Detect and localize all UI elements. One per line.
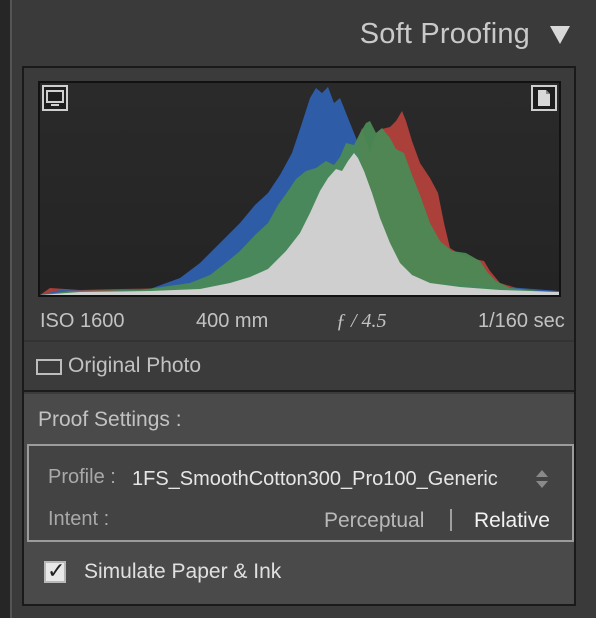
original-photo-label: Original Photo [68, 354, 202, 377]
profile-stepper-icon[interactable] [536, 470, 548, 488]
exposure-info: ISO 1600 400 mm ƒ / 4.5 1/160 sec [22, 300, 576, 340]
intent-separator [450, 509, 452, 531]
panel-title: Soft Proofing [359, 18, 530, 50]
profile-select[interactable]: 1FS_SmoothCotton300_Pro100_Generic [132, 468, 498, 491]
soft-proofing-header[interactable]: Soft Proofing [12, 0, 596, 66]
divider [24, 340, 574, 342]
histogram [38, 81, 561, 297]
intent-relative-option[interactable]: Relative [474, 509, 550, 533]
focal-length-value: 400 mm [196, 310, 269, 332]
monitor-icon[interactable] [42, 85, 68, 111]
original-photo-checkbox[interactable] [36, 359, 62, 375]
proof-settings-box: Profile : 1FS_SmoothCotton300_Pro100_Gen… [27, 444, 574, 542]
intent-label: Intent : [48, 508, 110, 530]
simulate-paper-ink-checkbox[interactable]: ✓ [44, 559, 66, 584]
profile-label: Profile : [48, 466, 116, 488]
triangle-down-icon[interactable] [550, 26, 570, 44]
divider [24, 390, 574, 392]
aperture-value: ƒ / 4.5 [336, 310, 387, 332]
panel-left-edge [0, 0, 12, 618]
simulate-paper-ink-label: Simulate Paper & Ink [84, 560, 282, 583]
intent-perceptual-option[interactable]: Perceptual [324, 509, 424, 533]
document-icon[interactable] [531, 85, 557, 111]
shutter-speed-value: 1/160 sec [478, 310, 565, 332]
histogram-chart [40, 83, 559, 295]
checkmark-icon: ✓ [47, 559, 66, 584]
iso-value: ISO 1600 [40, 310, 125, 332]
proof-settings-title: Proof Settings : [38, 408, 182, 431]
